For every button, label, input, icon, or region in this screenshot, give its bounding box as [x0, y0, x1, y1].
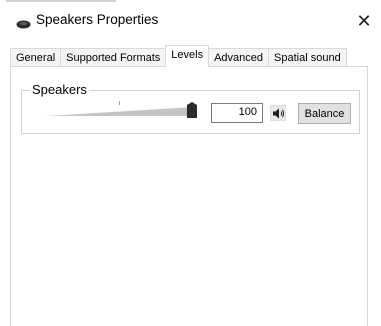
close-button[interactable]: ✕ — [347, 4, 381, 38]
speakers-group-label: Speakers — [30, 82, 89, 97]
speaker-icon — [273, 108, 285, 119]
tab-spatial-sound[interactable]: Spatial sound — [268, 48, 347, 67]
close-icon: ✕ — [356, 10, 372, 31]
volume-slider[interactable] — [47, 101, 197, 123]
slider-tick-mark — [119, 101, 120, 105]
slider-track — [47, 107, 193, 116]
slider-thumb[interactable] — [187, 102, 197, 118]
title-bar: Speakers Properties ✕ — [0, 0, 381, 42]
tab-strip: General Supported Formats Levels Advance… — [10, 45, 347, 67]
tab-general[interactable]: General — [10, 48, 62, 67]
balance-button[interactable]: Balance — [298, 103, 351, 124]
speakers-group: Speakers 100 Balance — [21, 82, 360, 134]
volume-value-field[interactable]: 100 — [211, 103, 263, 123]
mute-toggle-button[interactable] — [270, 105, 286, 121]
window-title: Speakers Properties — [36, 12, 159, 27]
tab-advanced[interactable]: Advanced — [208, 48, 270, 67]
speaker-app-icon — [16, 16, 31, 29]
title-bar-edge — [6, 0, 116, 2]
tab-levels[interactable]: Levels — [165, 45, 210, 67]
tab-supported-formats[interactable]: Supported Formats — [60, 48, 167, 67]
dialog-content: General Supported Formats Levels Advance… — [0, 42, 381, 326]
levels-panel: Speakers 100 Balance — [10, 66, 368, 326]
